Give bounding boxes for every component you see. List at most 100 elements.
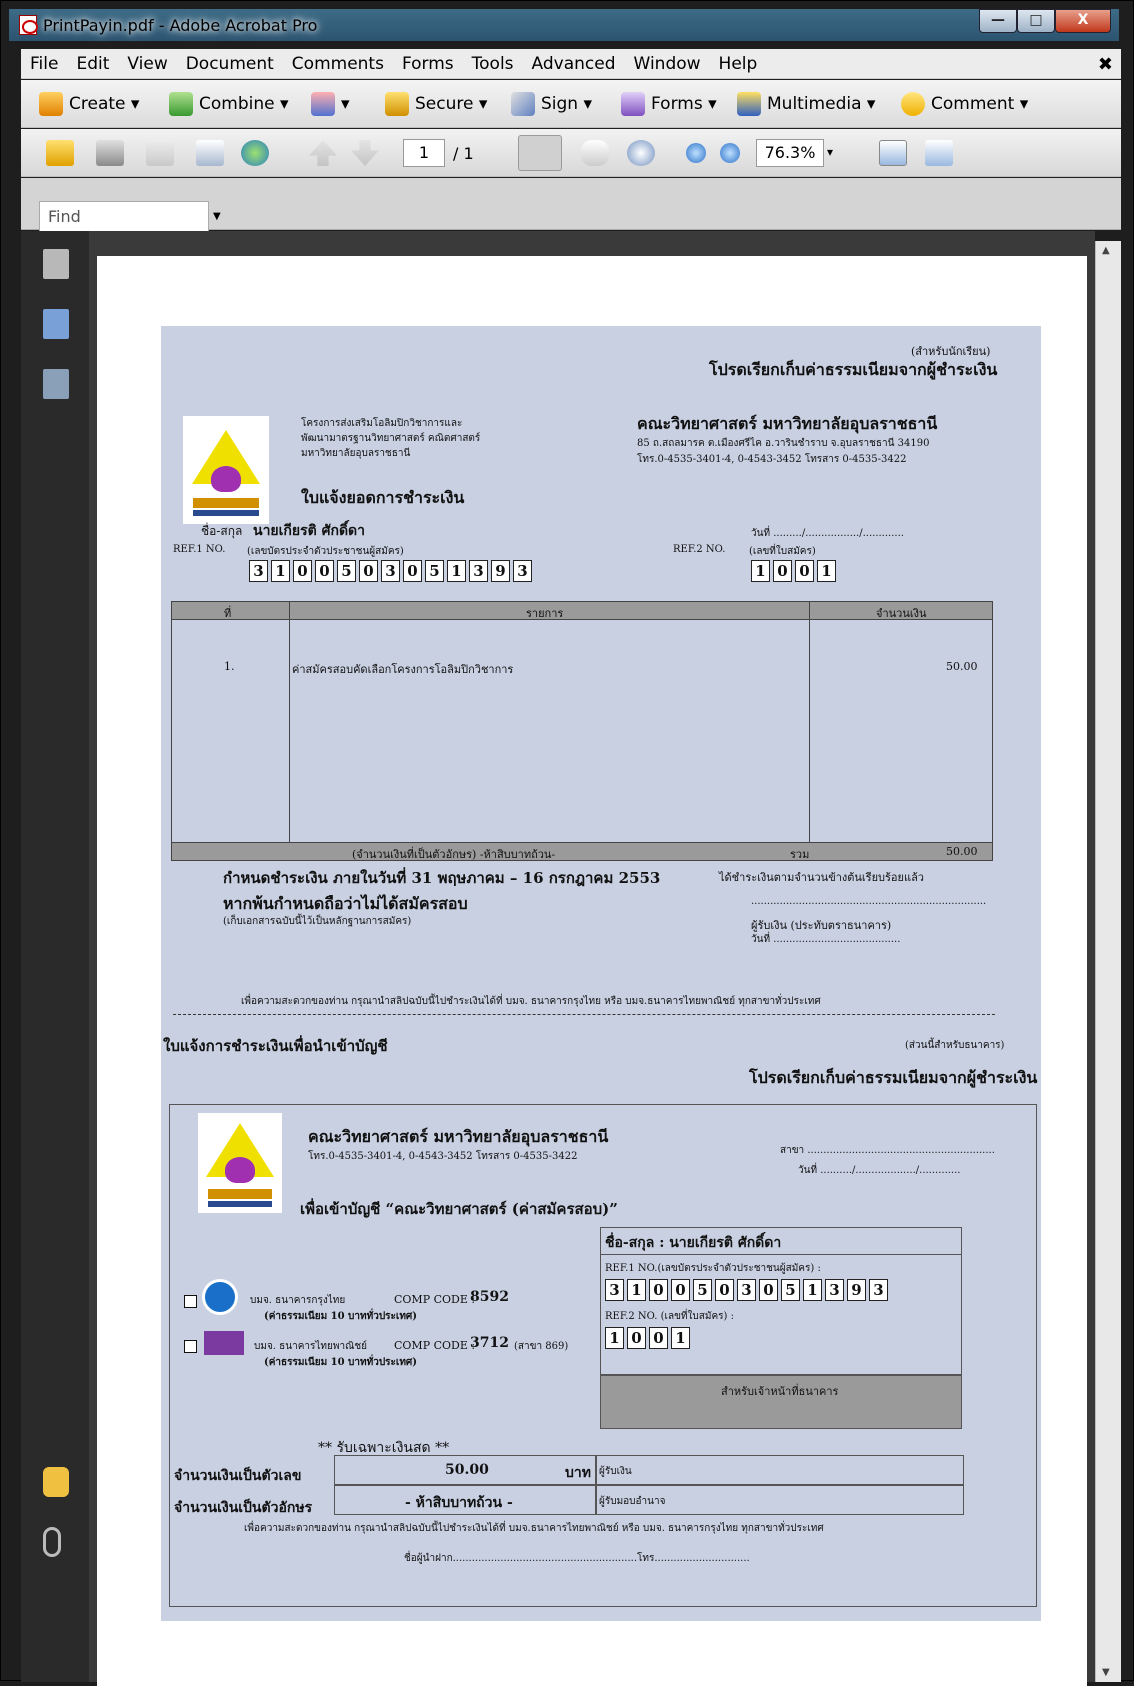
bank-date-line: วันที่ ........../.................../..… <box>798 1165 961 1176</box>
menu-window[interactable]: Window <box>625 49 710 79</box>
bank-officer-box: สำหรับเจ้าหน้าที่ธนาคาร <box>600 1375 962 1429</box>
full-screen-icon[interactable] <box>925 140 953 166</box>
menu-edit[interactable]: Edit <box>67 49 118 79</box>
ref-box: REF.1 NO.(เลขบัตรประจำตัวประชาชนผู้สมัคร… <box>600 1255 962 1375</box>
menu-help[interactable]: Help <box>710 49 767 79</box>
project-line-3: มหาวิทยาลัยอุบลราชธานี <box>301 448 411 459</box>
multimedia-button[interactable]: Multimedia ▾ <box>737 90 875 120</box>
zoom-in-icon[interactable] <box>720 143 740 163</box>
scb-fee: (ค่าธรรมเนียม 10 บาททั่วประเทศ) <box>264 1357 417 1368</box>
ref1-label: REF.1 NO. <box>173 544 226 555</box>
multimedia-label: Multimedia <box>767 94 862 114</box>
zoom-input[interactable]: 76.3% <box>756 139 824 167</box>
cut-line <box>173 1014 995 1015</box>
find-input[interactable]: Find <box>39 201 209 233</box>
ref1-digit: 3 <box>513 560 532 582</box>
vertical-scrollbar[interactable]: ▲ ▼ <box>1095 241 1121 1682</box>
scroll-down-icon[interactable]: ▼ <box>1102 1667 1110 1678</box>
zoom-out-icon[interactable] <box>686 143 706 163</box>
hand-tool-icon[interactable] <box>581 140 609 166</box>
zoom-dropdown-icon[interactable]: ▾ <box>827 145 833 159</box>
collaborate-button[interactable]: ▾ <box>311 90 350 120</box>
select-tool-icon[interactable] <box>518 135 562 171</box>
collect-fee-heading: โปรดเรียกเก็บค่าธรรมเนียมจากผู้ชำระเงิน <box>709 360 998 379</box>
ref1-digit: 0 <box>715 1279 734 1301</box>
print-icon[interactable] <box>96 140 124 166</box>
minimize-icon: — <box>991 12 1005 28</box>
page-number-input[interactable]: 1 <box>403 139 445 167</box>
depositor-line: ชื่อผู้นำฝาก............................… <box>404 1553 750 1564</box>
pages-icon[interactable] <box>43 249 69 279</box>
menu-forms[interactable]: Forms <box>393 49 463 79</box>
row-item: ค่าสมัครสอบคัดเลือกโครงการโอลิมปิกวิชากา… <box>292 663 514 676</box>
menu-advanced[interactable]: Advanced <box>523 49 625 79</box>
create-button[interactable]: Create ▾ <box>39 90 139 120</box>
minimize-button[interactable]: — <box>979 9 1017 33</box>
menu-file[interactable]: File <box>21 49 67 79</box>
paid-note: ได้ชำระเงินตามจำนวนข้างต้นเรียบร้อยแล้ว <box>719 871 924 884</box>
comments-pane-icon[interactable] <box>43 1467 69 1497</box>
web-globe-icon[interactable] <box>241 140 269 166</box>
ktb-name: บมจ. ธนาคารกรุงไทย <box>250 1295 346 1306</box>
secure-button[interactable]: Secure ▾ <box>385 90 487 120</box>
ktb-checkbox[interactable] <box>184 1295 197 1308</box>
name-full: ชื่อ-สกุล : นายเกียรติ ศักดิ์ดา <box>605 1235 782 1251</box>
marquee-zoom-icon[interactable] <box>627 140 655 166</box>
scb-checkbox[interactable] <box>184 1340 197 1353</box>
slip-title: ใบแจ้งยอดการชำระเงิน <box>301 488 465 507</box>
comment-button[interactable]: Comment ▾ <box>901 90 1028 120</box>
ref1-digit: 5 <box>693 1279 712 1301</box>
ref2-full-label: REF.2 NO. (เลขที่ใบสมัคร) : <box>605 1311 734 1322</box>
ref2-digit: 1 <box>671 1327 690 1349</box>
payer-signature-label: ผู้รับเงิน <box>599 1466 632 1477</box>
combine-button[interactable]: Combine ▾ <box>169 90 289 120</box>
keep-document-note: (เก็บเอกสารฉบับนี้ไว้เป็นหลักฐานการสมัคร… <box>223 916 412 927</box>
previous-page-icon[interactable] <box>309 140 337 166</box>
forms-label: Forms <box>651 94 703 114</box>
ref2-digit-boxes: 1001 <box>751 560 836 582</box>
applicant-name: นายเกียรติ ศักดิ์ดา <box>253 523 365 539</box>
university-logo <box>198 1113 282 1213</box>
comment-bubble-icon <box>901 92 925 116</box>
ref1-digit: 3 <box>249 560 268 582</box>
scroll-up-icon[interactable]: ▲ <box>1102 245 1110 256</box>
forms-button[interactable]: Forms ▾ <box>621 90 717 120</box>
bookmarks-icon[interactable] <box>43 309 69 339</box>
header-item: รายการ <box>526 607 564 620</box>
row-no: 1. <box>224 660 235 673</box>
amount-text: - ห้าสิบบาทถ้วน - <box>405 1495 513 1511</box>
pen-icon <box>511 92 535 116</box>
maximize-icon: □ <box>1029 12 1043 28</box>
project-line-2: พัฒนามาตรฐานวิทยาศาสตร์ คณิตศาสตร์ <box>301 433 481 444</box>
menu-document[interactable]: Document <box>177 49 283 79</box>
menu-view[interactable]: View <box>118 49 176 79</box>
chevron-down-icon: ▾ <box>583 94 593 114</box>
maximize-button[interactable]: □ <box>1017 9 1055 33</box>
name-box: ชื่อ-สกุล : นายเกียรติ ศักดิ์ดา <box>600 1227 962 1255</box>
faculty-phone: โทร.0-4535-3401-4, 0-4543-3452 โทรสาร 0-… <box>637 454 907 465</box>
baht-label: บาท <box>565 1465 591 1481</box>
multimedia-icon <box>737 92 761 116</box>
authorized-sign-box: ผู้รับมอบอำนาจ <box>596 1485 964 1515</box>
close-button[interactable]: X <box>1055 9 1111 33</box>
save-icon[interactable] <box>146 140 174 166</box>
sign-button[interactable]: Sign ▾ <box>511 90 592 120</box>
title-bar[interactable]: PrintPayin.pdf - Adobe Acrobat Pro — □ X <box>9 9 1119 41</box>
ref1-digit: 3 <box>737 1279 756 1301</box>
close-document-icon[interactable]: ✖ <box>1098 54 1113 75</box>
fit-width-icon[interactable] <box>879 140 907 166</box>
close-icon: X <box>1077 12 1089 28</box>
next-page-icon[interactable] <box>351 140 379 166</box>
ref1-digit: 3 <box>869 1279 888 1301</box>
ref1-digit: 3 <box>825 1279 844 1301</box>
open-folder-icon[interactable] <box>46 140 74 166</box>
ref1-digit: 9 <box>847 1279 866 1301</box>
attachments-paperclip-icon[interactable] <box>43 1527 61 1557</box>
menu-comments[interactable]: Comments <box>283 49 393 79</box>
find-options-icon[interactable]: ▼ <box>213 211 221 222</box>
menu-tools[interactable]: Tools <box>463 49 523 79</box>
email-icon[interactable] <box>196 140 224 166</box>
ref2-digit-boxes-bank: 1001 <box>605 1327 690 1349</box>
signatures-icon[interactable] <box>43 369 69 399</box>
chevron-down-icon: ▾ <box>478 94 488 114</box>
